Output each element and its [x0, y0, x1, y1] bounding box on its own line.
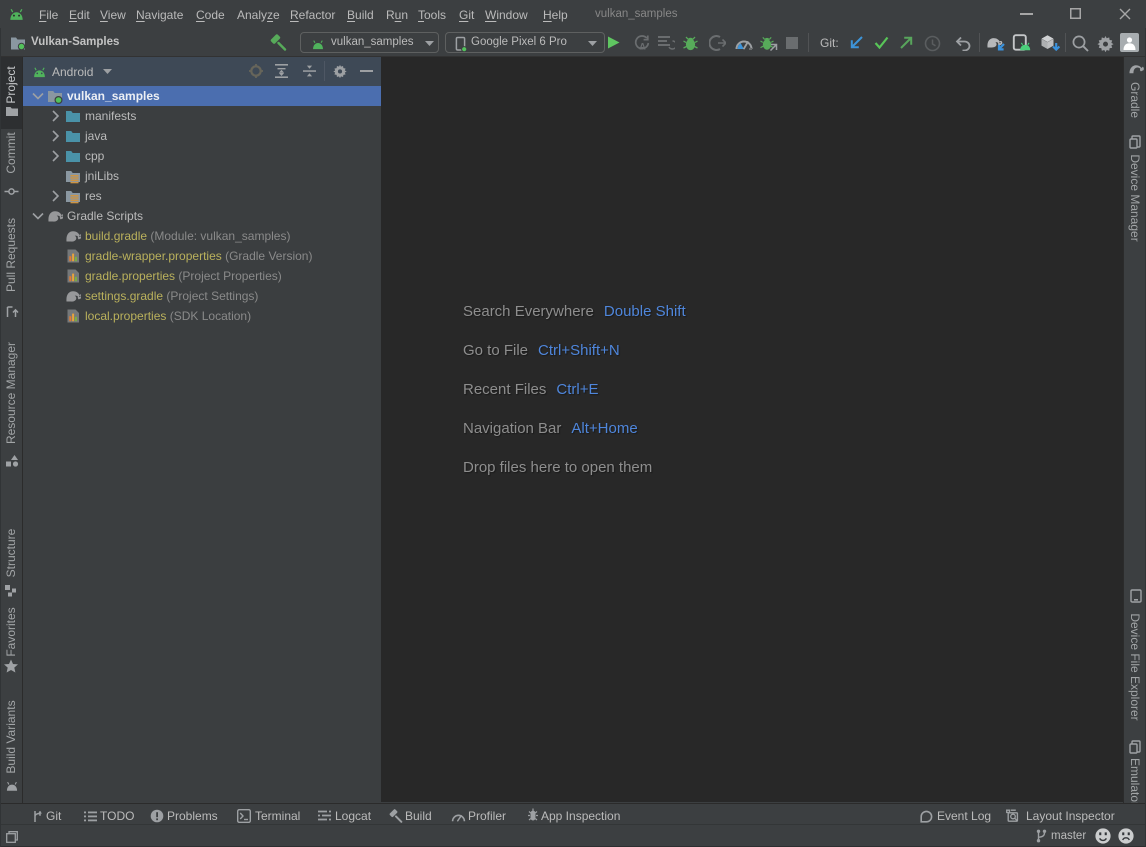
- svg-text:A: A: [639, 42, 646, 52]
